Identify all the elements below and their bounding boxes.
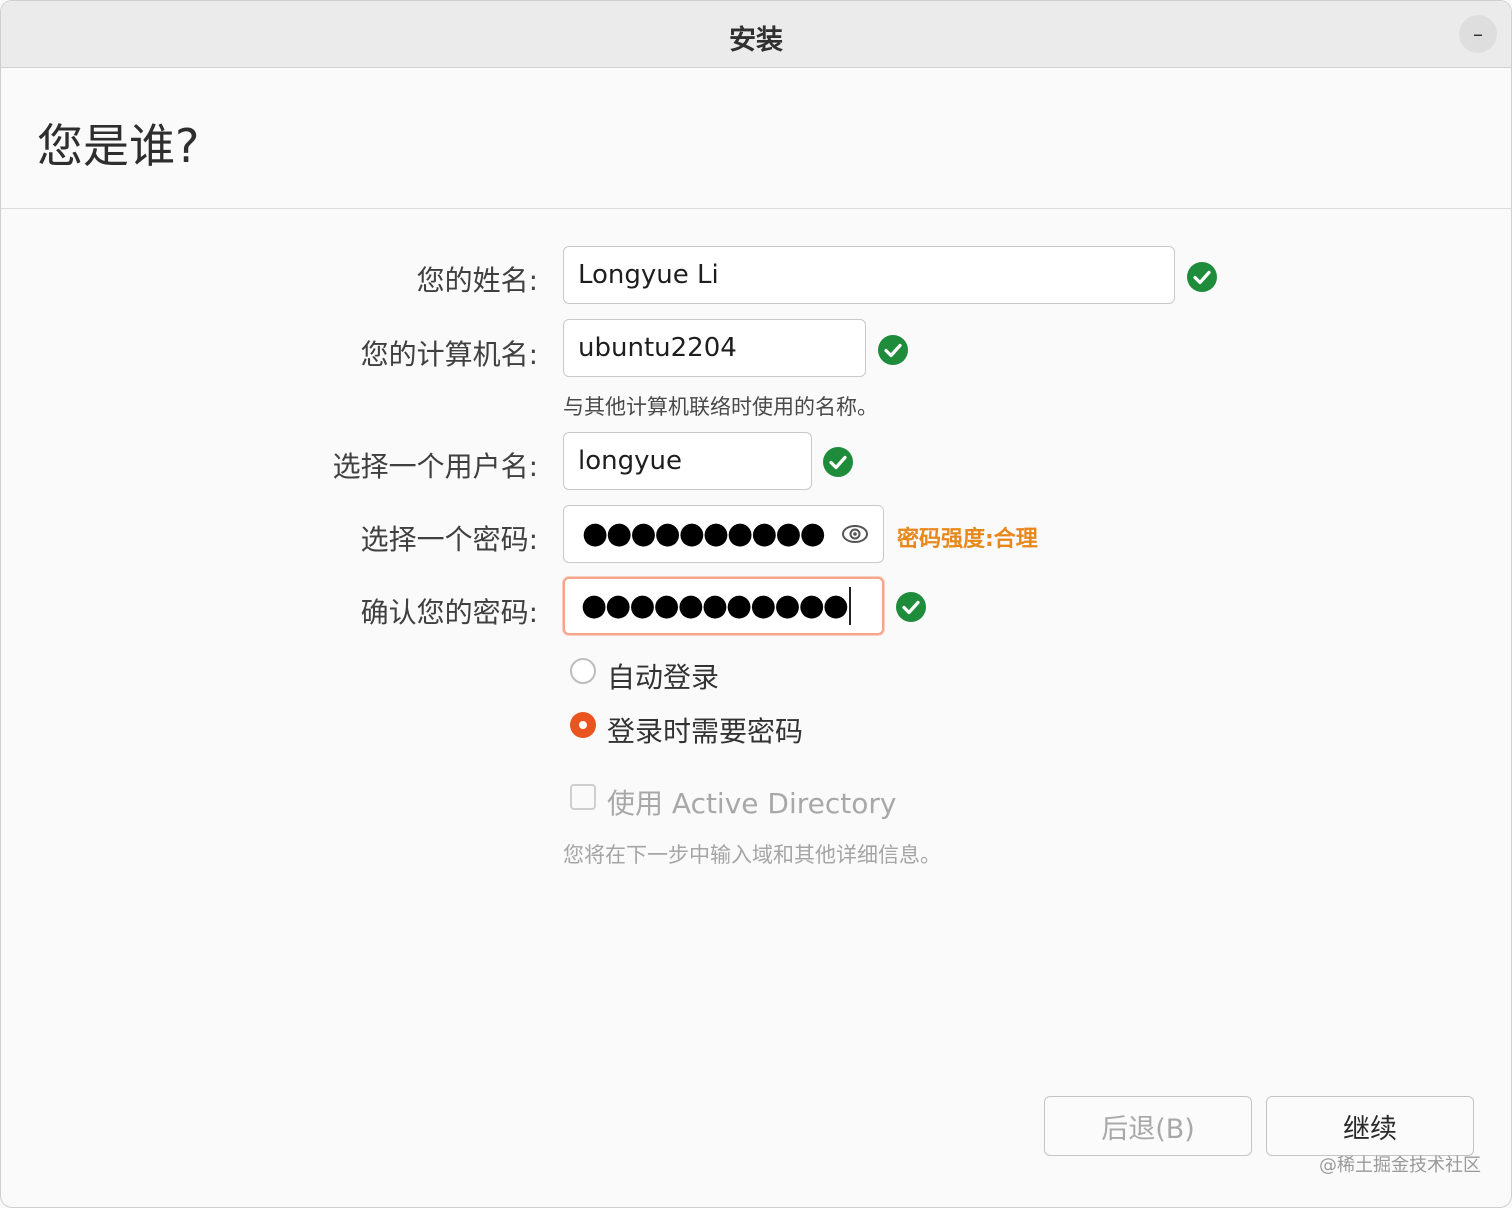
name-valid-check-icon [1187,262,1217,292]
password-label: 选择一个密码: [360,523,538,556]
confirm-password-valid-check-icon [896,592,926,622]
confirm-password-label: 确认您的密码: [360,596,538,629]
window-title: 安装 [729,25,783,56]
password-masked-value: ●●●●●●●●●● [582,516,826,551]
computer-name-field[interactable]: ubuntu2204 [563,319,866,377]
continue-button[interactable]: 继续 [1266,1096,1474,1156]
computer-name-valid-check-icon [878,335,908,365]
installer-window: 安装 – 您是谁? 您的姓名: Longyue Li 您的计算机名: ubunt… [0,0,1512,1208]
computer-name-hint: 与其他计算机联络时使用的名称。 [563,395,878,419]
username-label: 选择一个用户名: [332,450,538,483]
confirm-password-masked-value: ●●●●●●●●●●● [581,588,849,623]
page-title: 您是谁? [37,119,200,173]
minimize-button[interactable]: – [1459,15,1497,53]
confirm-password-field[interactable]: ●●●●●●●●●●● [563,577,884,635]
title-bar: 安装 – [1,1,1511,68]
back-button[interactable]: 后退(B) [1044,1096,1252,1156]
require-password-label[interactable]: 登录时需要密码 [607,710,803,750]
page-header: 您是谁? [1,68,1511,209]
username-valid-check-icon [823,447,853,477]
active-directory-label[interactable]: 使用 Active Directory [607,782,896,822]
name-label: 您的姓名: [416,264,538,297]
password-field[interactable]: ●●●●●●●●●● [563,505,884,563]
show-password-eye-icon[interactable] [841,520,869,548]
username-field[interactable]: longyue [563,432,812,490]
name-field[interactable]: Longyue Li [563,246,1175,304]
name-value: Longyue Li [578,260,719,290]
minimize-icon: – [1473,22,1483,46]
password-strength-text: 密码强度:合理 [897,527,1038,552]
active-directory-checkbox[interactable] [570,784,596,810]
require-password-radio[interactable] [570,712,596,738]
active-directory-hint: 您将在下一步中输入域和其他详细信息。 [563,843,941,867]
computer-name-label: 您的计算机名: [360,338,538,371]
watermark: @稀土掘金技术社区 [1319,1155,1481,1176]
auto-login-radio[interactable] [570,658,596,684]
computer-name-value: ubuntu2204 [578,333,737,363]
text-caret [848,587,851,625]
auto-login-label[interactable]: 自动登录 [607,656,719,696]
username-value: longyue [578,446,682,476]
